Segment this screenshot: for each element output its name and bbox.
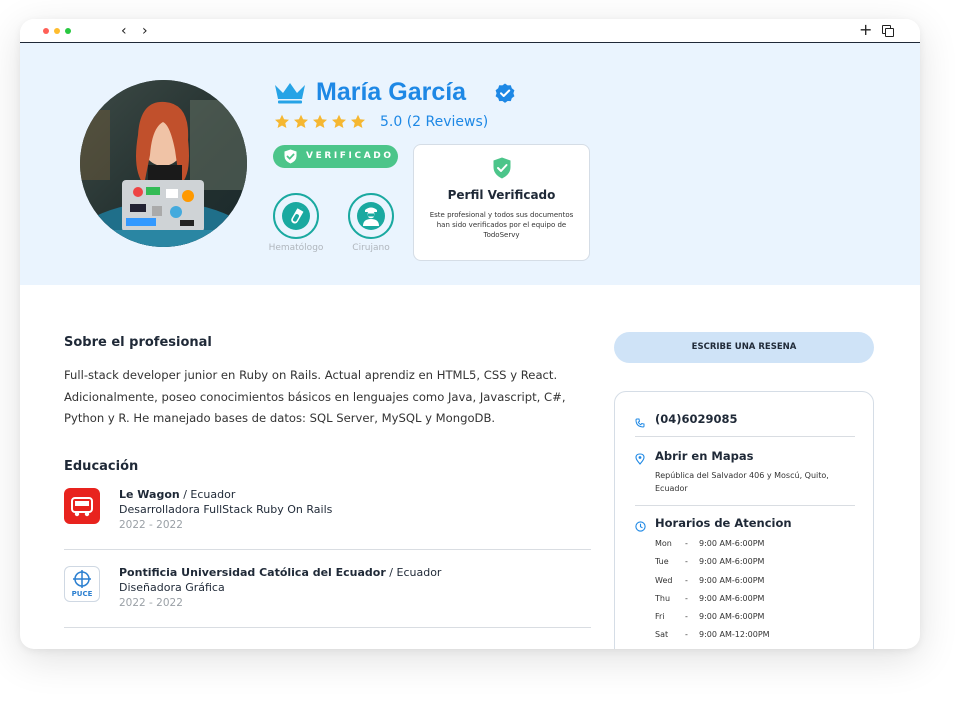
hours-day: Thu (655, 593, 671, 603)
shield-check-icon (492, 157, 512, 183)
clock-icon (635, 517, 646, 536)
puce-logo: PUCE (64, 566, 100, 602)
forward-arrow-icon[interactable]: › (142, 22, 148, 40)
address-text: República del Salvador 406 y Moscú, Quit… (655, 471, 829, 493)
verified-card-description: Este profesional y todos sus documentos … (429, 211, 574, 239)
bus-icon (64, 488, 100, 524)
maximize-window-button[interactable] (65, 28, 71, 34)
specialty-cirujano[interactable]: Cirujano (341, 193, 401, 253)
about-text: Full-stack developer junior en Ruby on R… (64, 368, 566, 425)
hours-time: 9:00 AM-6:00PM (699, 593, 765, 603)
profile-name: María García (316, 78, 467, 106)
puce-logo-text: PUCE (71, 590, 93, 598)
education-institution-line: Pontificia Universidad Católica del Ecua… (119, 566, 441, 579)
hours-day: Wed (655, 575, 673, 585)
phone-icon (635, 413, 645, 432)
hours-separator: - (685, 575, 688, 585)
hours-time: 9:00 AM-6:00PM (699, 575, 765, 585)
map-pin-icon (635, 450, 645, 469)
verified-badge: VERIFICADO (273, 145, 398, 168)
minimize-window-button[interactable] (54, 28, 60, 34)
hours-time: 9:00 AM-6:00PM (699, 612, 765, 622)
rating-stars (274, 114, 370, 134)
hours-separator: - (685, 630, 688, 640)
specialty-label: Cirujano (352, 243, 390, 253)
crown-icon (274, 82, 306, 108)
hours-separator: - (685, 612, 688, 622)
education-country: / Ecuador (385, 566, 442, 579)
shield-check-icon (283, 149, 298, 167)
phone-number[interactable]: (04)6029085 (655, 412, 738, 426)
education-institution-line: Le Wagon / Ecuador (119, 488, 235, 501)
education-degree: Desarrolladora FullStack Ruby On Rails (119, 503, 333, 516)
browser-window: ‹ › + María García 5.0 (2 Reviews) VERIF… (20, 19, 920, 649)
avatar (80, 80, 247, 247)
back-arrow-icon[interactable]: ‹ (121, 22, 127, 40)
write-review-button[interactable]: ESCRIBE UNA RESENA (614, 332, 874, 363)
divider (635, 436, 855, 437)
new-tab-icon[interactable]: + (859, 21, 872, 39)
hours-separator: - (685, 557, 688, 567)
verified-profile-card: Perfil Verificado Este profesional y tod… (413, 144, 590, 261)
hours-day: Fri (655, 612, 665, 622)
hours-day: Mon (655, 539, 672, 548)
education-institution: Pontificia Universidad Católica del Ecua… (119, 566, 386, 579)
hours-separator: - (685, 593, 688, 603)
education-item: PUCE Pontificia Universidad Católica del… (64, 566, 591, 629)
hours-time: 9:00 AM-12:00PM (699, 630, 770, 640)
browser-titlebar: ‹ › + (20, 19, 920, 43)
hours-day: Tue (655, 557, 669, 567)
education-item: Le Wagon / Ecuador Desarrolladora FullSt… (64, 488, 591, 551)
education-degree: Diseñadora Gráfica (119, 581, 225, 594)
tab-overview-icon[interactable] (882, 25, 894, 37)
hours-title: Horarios de Atencion (655, 516, 792, 530)
open-maps-link[interactable]: Abrir en Mapas (655, 449, 753, 463)
verified-badge-label: VERIFICADO (306, 151, 394, 161)
specialty-label: Hematólogo (268, 243, 324, 253)
education-country: / Ecuador (179, 488, 236, 501)
profile-header: María García 5.0 (2 Reviews) VERIFICADO … (20, 43, 920, 285)
education-years: 2022 - 2022 (119, 597, 183, 609)
hours-day: Sat (655, 630, 669, 640)
rating-reviews-link[interactable]: 5.0 (2 Reviews) (380, 114, 488, 130)
verified-check-icon (495, 83, 515, 107)
hours-time: 9:00 AM-6:00PM (699, 557, 765, 567)
close-window-button[interactable] (43, 28, 49, 34)
contact-card: (04)6029085 Abrir en Mapas República del… (614, 391, 874, 649)
divider (64, 627, 591, 628)
specialty-hematologo[interactable]: Hematólogo (266, 193, 326, 253)
education-institution: Le Wagon (119, 488, 180, 501)
education-title: Educación (64, 459, 139, 474)
divider (635, 505, 855, 506)
divider (64, 549, 591, 550)
hours-time: 9:00 AM-6:00PM (699, 539, 765, 548)
hours-separator: - (685, 539, 688, 548)
education-years: 2022 - 2022 (119, 519, 183, 531)
about-title: Sobre el profesional (64, 335, 212, 350)
verified-card-title: Perfil Verificado (447, 188, 556, 202)
